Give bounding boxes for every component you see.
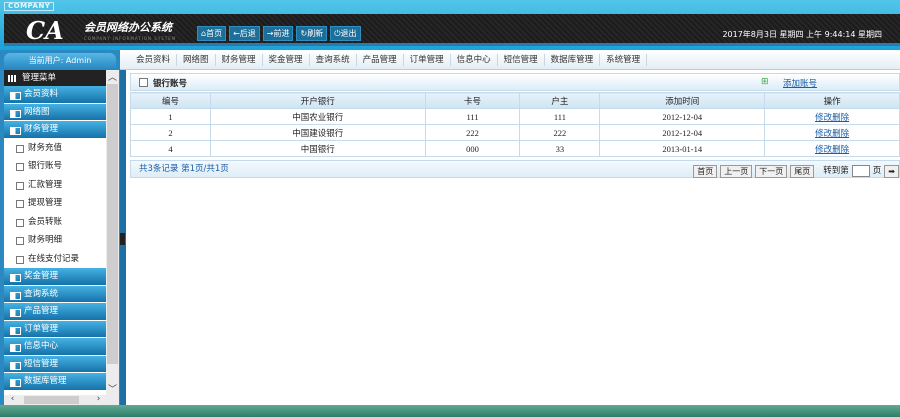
nav-item[interactable]: 奖金管理: [263, 53, 310, 66]
nav-item[interactable]: 系统管理: [600, 53, 648, 66]
table-cell: 33: [519, 140, 601, 157]
last-page-button[interactable]: 尾页: [790, 164, 815, 178]
sidebar-group[interactable]: 短信管理: [4, 355, 106, 373]
table-cell: 2012-12-04: [599, 124, 766, 141]
goto-label: 转到第: [823, 166, 849, 176]
sidebar-item[interactable]: 会员转账: [4, 212, 106, 231]
table-row: 1 中国农业银行 111 111 2012-12-04 修改删除: [130, 108, 900, 125]
page-input[interactable]: [851, 165, 870, 177]
horizontal-scrollbar[interactable]: ‹ ›: [4, 394, 119, 405]
sidebar-item[interactable]: 银行账号: [4, 157, 106, 176]
table-cell: 中国建设银行: [209, 124, 426, 141]
sidebar-item[interactable]: 财务充值: [4, 138, 106, 157]
table-cell: 4: [130, 140, 211, 157]
current-user: 当前用户: Admin: [4, 53, 116, 68]
sidebar-group[interactable]: 会员资料: [4, 86, 106, 104]
sidebar-menu: 会员资料 网络图 财务管理 财务充值 银行账号 汇款管理 提现管理 会员转账 财务明细 在线支付记…: [4, 86, 106, 395]
table-cell: 222: [424, 124, 521, 141]
menu-title-label: 管理菜单: [22, 73, 57, 83]
refresh-button[interactable]: ↻刷新: [296, 26, 328, 41]
nav-item[interactable]: 短信管理: [498, 53, 545, 66]
sidebar-group[interactable]: 信息中心: [4, 338, 106, 356]
edit-delete-link[interactable]: 修改删除: [815, 144, 849, 154]
go-button[interactable]: ➡: [884, 164, 899, 178]
table-cell: 中国农业银行: [209, 108, 426, 125]
column-header: 开户银行: [209, 92, 426, 109]
app-title: 会员网络办公系统: [84, 21, 172, 34]
sidebar-group[interactable]: 订单管理: [4, 320, 106, 338]
sidebar-item[interactable]: 汇款管理: [4, 175, 106, 194]
grid-icon: [8, 75, 17, 82]
top-nav: 会员资料 网络图 财务管理 奖金管理 查询系统 产品管理 订单管理 信息中心 短信管理 数据库管理…: [120, 50, 900, 70]
header-band: CA 会员网络办公系统 COMPANY INFORMATION SYSTEM ⌂…: [4, 14, 900, 46]
app-subtitle: COMPANY INFORMATION SYSTEM: [84, 36, 177, 41]
home-button[interactable]: ⌂首页: [197, 26, 227, 41]
table-cell: 2: [130, 124, 211, 141]
table-cell: 222: [519, 124, 601, 141]
logout-button[interactable]: ⏻退出: [330, 26, 361, 41]
table-cell: 111: [424, 108, 521, 125]
sidebar-group[interactable]: 网络图: [4, 103, 106, 121]
sidebar-item[interactable]: 在线支付记录: [4, 249, 106, 268]
sidebar-group[interactable]: 财务管理: [4, 121, 106, 139]
page-label: 页: [872, 166, 882, 176]
table-row: 4 中国银行 000 33 2013-01-14 修改删除: [130, 140, 900, 157]
add-account-link[interactable]: 添加账号: [783, 77, 817, 89]
nav-item[interactable]: 订单管理: [404, 53, 451, 66]
sidebar-group[interactable]: 奖金管理: [4, 268, 106, 286]
sidebar-group[interactable]: 查询系统: [4, 285, 106, 303]
sidebar-group[interactable]: 数据库管理: [4, 373, 106, 391]
column-header: 户主: [519, 92, 601, 109]
sidebar: 当前用户: Admin 管理菜单 会员资料 网络图 财务管理 财务充值 银行账号 汇款管理…: [0, 50, 120, 417]
edit-delete-link[interactable]: 修改删除: [815, 112, 849, 122]
nav-item[interactable]: 信息中心: [451, 53, 498, 66]
table-cell: 1: [130, 108, 211, 125]
nav-item[interactable]: 财务管理: [216, 53, 263, 66]
first-page-button[interactable]: 首页: [693, 164, 718, 178]
table-footer: 共3条记录 第1页/共1页 首页 上一页 下一页 尾页 转到第 页 ➡: [130, 160, 900, 178]
sidebar-group[interactable]: 产品管理: [4, 303, 106, 321]
table-row: 2 中国建设银行 222 222 2012-12-04 修改删除: [130, 124, 900, 141]
column-header: 编号: [130, 92, 211, 109]
nav-item[interactable]: 网络图: [177, 53, 216, 66]
menu-title: 管理菜单: [4, 70, 106, 86]
company-label: COMPANY: [4, 2, 55, 11]
table-cell: 中国银行: [209, 140, 426, 157]
sidebar-item[interactable]: 提现管理: [4, 194, 106, 213]
next-page-button[interactable]: 下一页: [755, 164, 788, 178]
table-cell: 000: [424, 140, 521, 157]
nav-item[interactable]: 数据库管理: [545, 53, 601, 66]
column-header: 卡号: [424, 92, 521, 109]
back-button[interactable]: ←后退: [229, 26, 260, 41]
panel-header: 银行账号 ⊞ 添加账号: [130, 73, 900, 91]
nav-item[interactable]: 查询系统: [310, 53, 357, 66]
panel-title: 银行账号: [153, 79, 188, 89]
table-cell: 修改删除: [764, 124, 900, 141]
accounts-table: 编号 开户银行 卡号 户主 添加时间 操作 1 中国农业银行 111 111 2012-12-04…: [130, 92, 900, 157]
nav-item[interactable]: 会员资料: [130, 53, 178, 66]
table-cell: 2013-01-14: [599, 140, 766, 157]
record-summary: 共3条记录 第1页/共1页: [139, 164, 229, 174]
top-header: COMPANY CA 会员网络办公系统 COMPANY INFORMATION …: [0, 0, 900, 50]
table-cell: 111: [519, 108, 601, 125]
logo: CA: [26, 16, 64, 45]
main-content: 银行账号 ⊞ 添加账号 编号 开户银行 卡号 户主 添加时间 操作 1 中国农业银行 111 1…: [126, 71, 900, 405]
table-cell: 修改删除: [764, 140, 900, 157]
column-header: 添加时间: [599, 92, 766, 109]
bottom-bar: [0, 405, 900, 417]
column-header: 操作: [764, 92, 900, 109]
nav-item[interactable]: 产品管理: [357, 53, 404, 66]
pager: 首页 上一页 下一页 尾页 转到第 页 ➡: [693, 163, 899, 179]
table-cell: 2012-12-04: [599, 108, 766, 125]
add-icon: ⊞: [761, 77, 769, 87]
panel-icon: [139, 78, 148, 87]
table-cell: 修改删除: [764, 108, 900, 125]
vertical-scrollbar[interactable]: ︿ ﹀: [106, 70, 119, 395]
sidebar-item[interactable]: 财务明细: [4, 231, 106, 250]
edit-delete-link[interactable]: 修改删除: [815, 128, 849, 138]
prev-page-button[interactable]: 上一页: [720, 164, 753, 178]
datetime: 2017年8月3日 星期四 上午 9:44:14 星期四: [722, 30, 882, 39]
forward-button[interactable]: →前进: [262, 26, 294, 41]
